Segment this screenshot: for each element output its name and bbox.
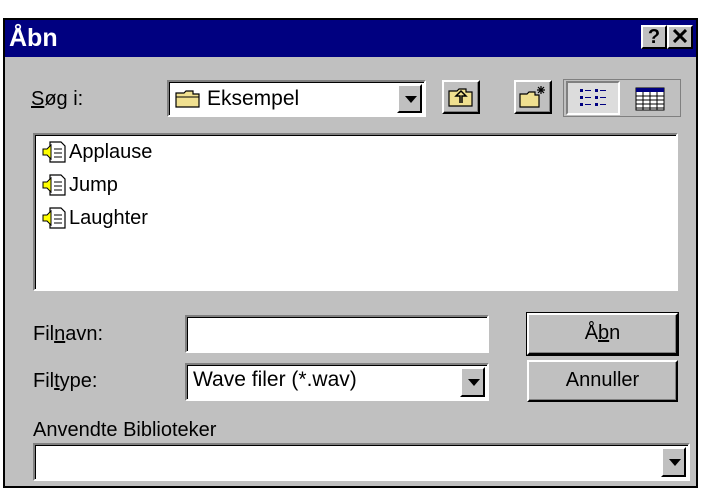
cancel-button[interactable]: Annuller: [527, 360, 678, 402]
lookin-dropdown[interactable]: Eksempel: [167, 80, 426, 117]
list-item[interactable]: Applause: [41, 138, 152, 166]
details-view-icon: [635, 87, 665, 111]
file-name: Applause: [69, 140, 153, 163]
wave-file-icon: [42, 141, 66, 163]
open-dialog: Åbn ? Søg i: Eksempel Applause Jump Laug…: [3, 18, 698, 488]
close-icon: [672, 28, 688, 44]
open-button[interactable]: Åbn: [527, 313, 678, 355]
lookin-value: Eksempel: [207, 87, 300, 110]
help-button[interactable]: ?: [641, 25, 667, 49]
lookin-dropdown-button[interactable]: [397, 84, 422, 113]
wave-file-icon: [42, 207, 66, 229]
new-folder-icon: [519, 86, 545, 108]
libraries-dropdown[interactable]: [33, 443, 690, 481]
file-list[interactable]: Applause Jump Laughter: [33, 133, 678, 291]
filename-label: Filnavn:: [33, 323, 104, 345]
filetype-dropdown[interactable]: Wave filer (*.wav): [185, 363, 489, 401]
details-view-button[interactable]: [622, 81, 678, 115]
title-bar[interactable]: Åbn ?: [5, 20, 696, 57]
list-item[interactable]: Laughter: [41, 204, 148, 232]
file-name: Jump: [69, 173, 118, 196]
lookin-label: Søg i:: [31, 88, 84, 110]
dialog-title: Åbn: [9, 24, 58, 52]
wave-file-icon: [42, 174, 66, 196]
filetype-label: Filtype:: [33, 370, 98, 392]
filetype-value: Wave filer (*.wav): [193, 368, 357, 391]
new-folder-button[interactable]: [514, 80, 552, 114]
list-view-icon: [580, 89, 606, 106]
close-button[interactable]: [667, 25, 693, 49]
list-view-button[interactable]: [566, 81, 620, 115]
libraries-label: Anvendte Biblioteker: [33, 419, 217, 441]
libraries-dropdown-button[interactable]: [661, 447, 686, 477]
file-name: Laughter: [69, 206, 148, 229]
up-folder-icon: [448, 88, 473, 107]
filetype-dropdown-button[interactable]: [460, 367, 485, 397]
up-folder-button[interactable]: [442, 80, 480, 114]
list-item[interactable]: Jump: [41, 171, 118, 199]
filename-input[interactable]: [185, 315, 489, 353]
folder-icon: [175, 90, 200, 108]
